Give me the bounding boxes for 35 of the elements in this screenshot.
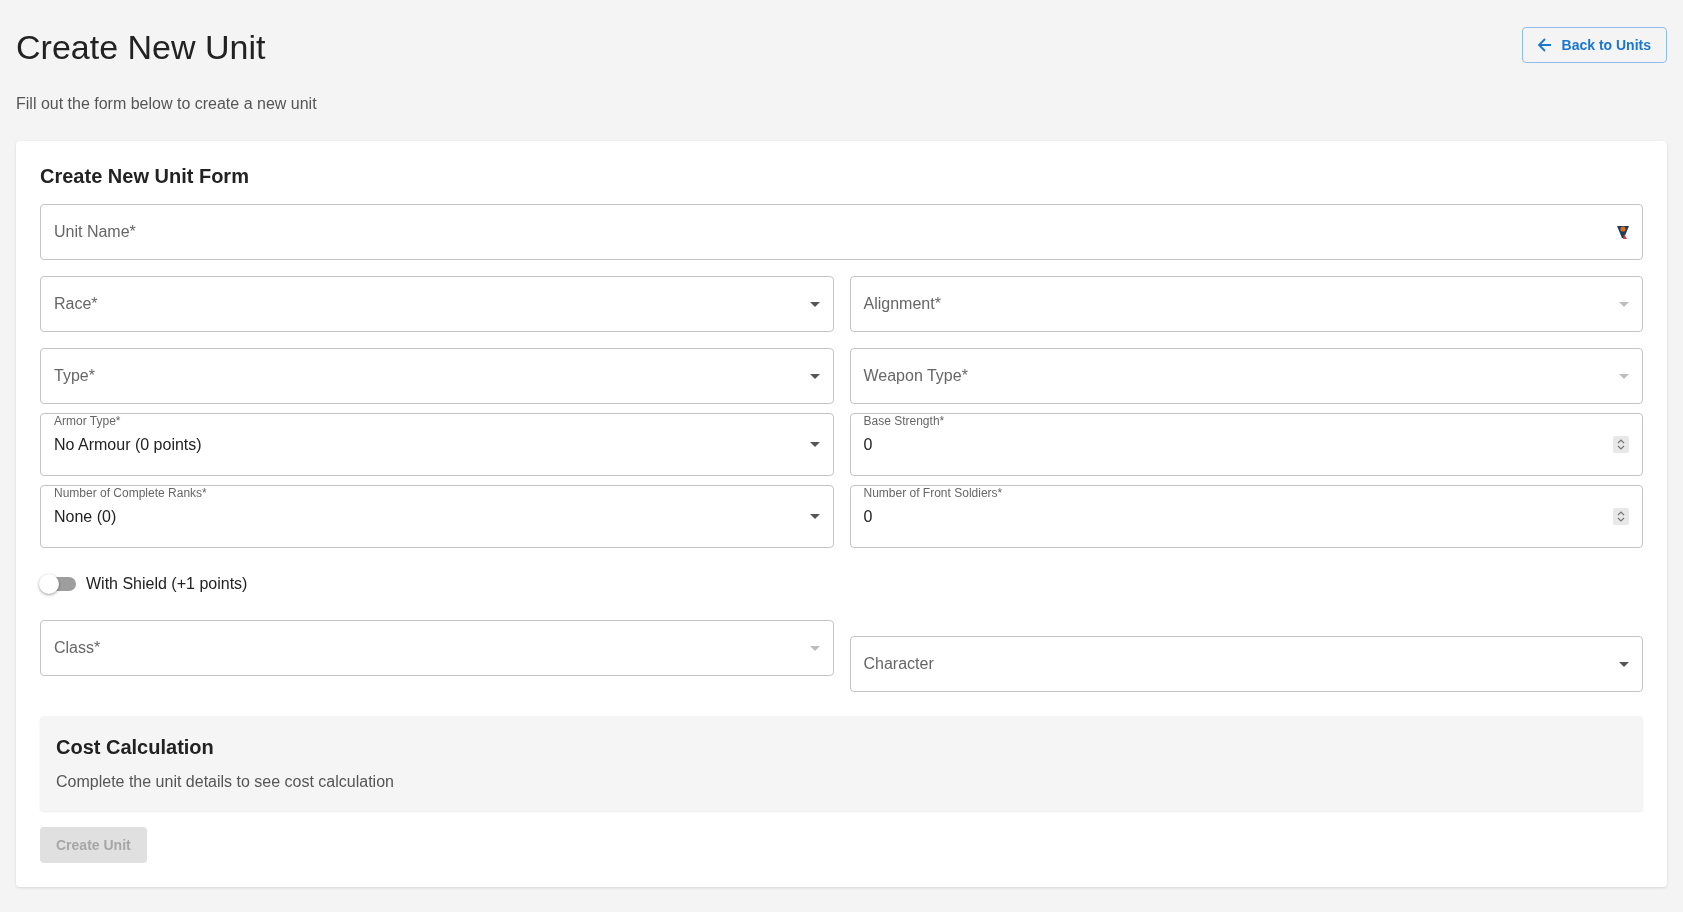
field-label: Type* xyxy=(54,367,95,385)
page-subtitle: Fill out the form below to create a new unit xyxy=(16,95,318,113)
field-label: Character xyxy=(863,655,934,673)
field-label: Race* xyxy=(54,295,98,313)
form-title: Create New Unit Form xyxy=(40,165,250,188)
switch-label: With Shield (+1 points) xyxy=(86,575,248,593)
dropdown-field[interactable]: Armor Type* No Armour (0 points) xyxy=(40,413,834,476)
back-button[interactable]: Back to Units xyxy=(1521,27,1667,63)
field-label: Number of Front Soldiers* xyxy=(862,486,1004,500)
field-label: Number of Complete Ranks* xyxy=(53,486,208,500)
field-label: Class* xyxy=(54,639,101,657)
dropdown-field[interactable]: Character xyxy=(849,636,1643,692)
dropdown-field[interactable]: Number of Complete Ranks* None (0) xyxy=(40,485,834,548)
toggle-switch[interactable] xyxy=(42,577,76,591)
text-field[interactable]: Unit Name* xyxy=(40,204,1643,260)
field-value: 0 xyxy=(863,435,874,454)
field-label: Armor Type* xyxy=(53,414,122,428)
stepper-icon[interactable] xyxy=(1613,508,1629,525)
field-value: 0 xyxy=(863,507,874,526)
cost-message: Complete the unit details to see cost calculation xyxy=(56,773,395,791)
dropdown-field[interactable]: Race* xyxy=(40,276,834,332)
field-value: No Armour (0 points) xyxy=(54,435,203,454)
number-field[interactable]: Number of Front Soldiers* 0 xyxy=(849,485,1643,548)
page-title: Create New Unit xyxy=(16,28,266,67)
field-value: None (0) xyxy=(54,507,118,526)
dropdown-field[interactable]: Type* xyxy=(40,348,834,404)
cost-title: Cost Calculation xyxy=(56,736,215,759)
field-label: Base Strength* xyxy=(862,414,946,428)
field-label: Unit Name* xyxy=(54,223,136,241)
number-field[interactable]: Base Strength* 0 xyxy=(849,413,1643,476)
extension-icon[interactable] xyxy=(1617,225,1629,239)
field-label: Weapon Type* xyxy=(863,367,968,385)
field-label: Alignment* xyxy=(863,295,941,313)
arrow-left-icon xyxy=(1537,38,1552,52)
stepper-icon[interactable] xyxy=(1613,436,1629,453)
